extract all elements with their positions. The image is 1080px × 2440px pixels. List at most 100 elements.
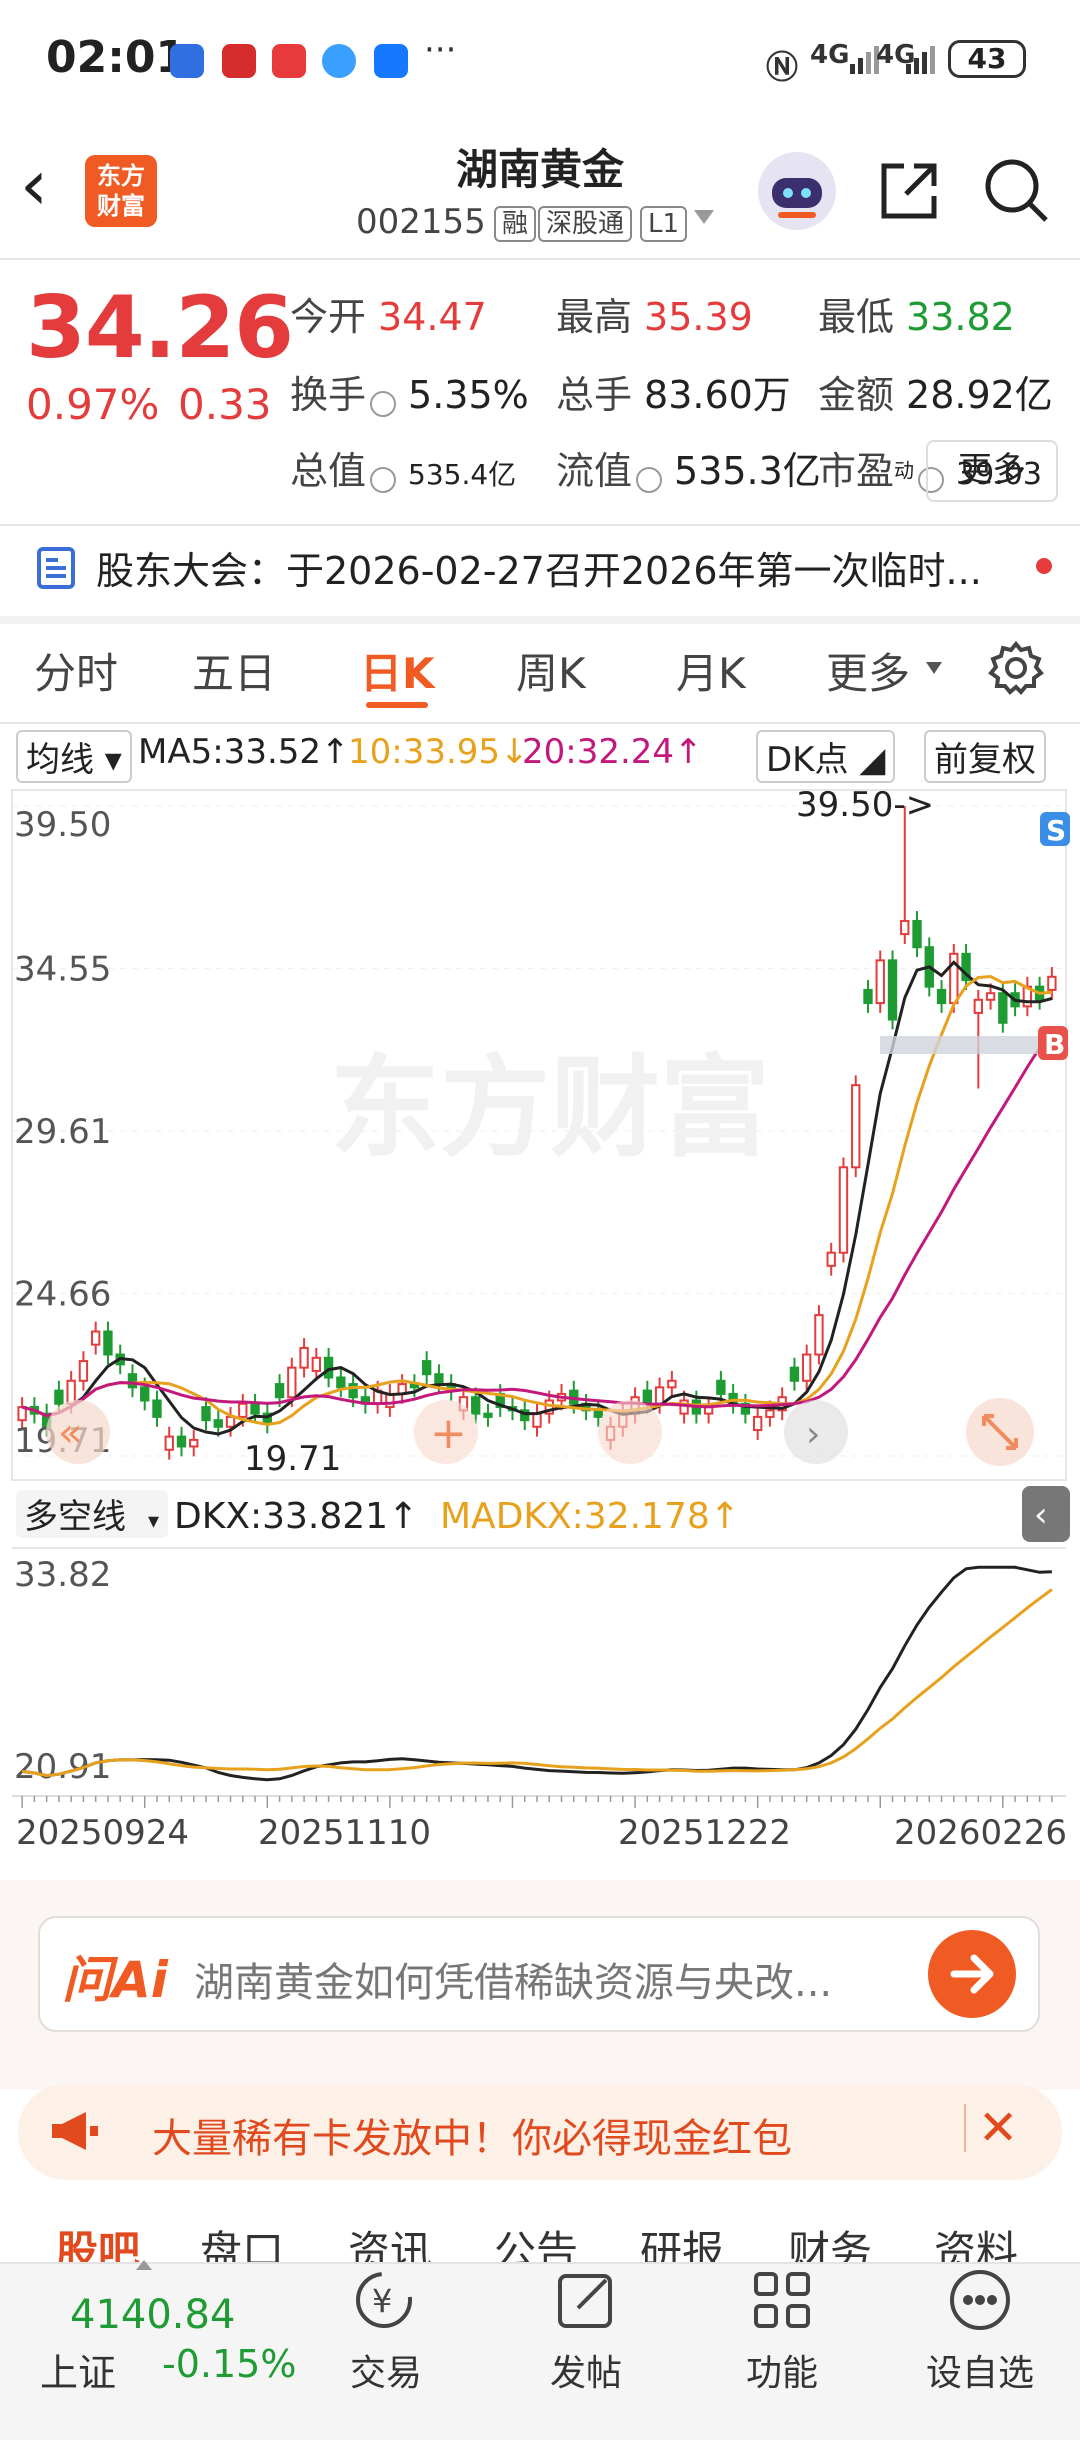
x-date-label: 20251110 — [258, 1813, 431, 1853]
info-icon[interactable] — [370, 466, 397, 493]
quote-stat-value: 535.4亿 — [408, 458, 517, 491]
active-tab-indicator — [366, 702, 428, 708]
candle-body — [973, 998, 983, 1014]
ma5-label: MA5:33.52 — [138, 732, 322, 772]
info-icon[interactable] — [370, 390, 397, 417]
quote-stat: 流值 535.3亿 — [556, 440, 821, 495]
candle-body — [863, 988, 873, 1005]
quote-stat-value: 34.47 — [378, 295, 487, 339]
candle-body — [654, 1386, 665, 1405]
candle-body — [936, 988, 947, 1005]
candle-body — [140, 1386, 150, 1402]
nav-post[interactable]: 发帖 — [506, 2344, 666, 2396]
candle-body — [274, 1383, 285, 1399]
candle-body — [851, 1084, 861, 1169]
quote-stat-label: 流值 — [556, 449, 633, 493]
candle-body — [287, 1366, 297, 1399]
y-axis-label: 29.61 — [14, 1112, 111, 1152]
chevron-down-icon[interactable] — [694, 210, 714, 224]
battery-icon: 43 — [948, 40, 1026, 78]
stock-code: 002155 — [356, 202, 486, 242]
scroll-right-glyph: › — [806, 1414, 820, 1455]
divider — [0, 616, 1080, 624]
candle-body — [152, 1399, 162, 1418]
candle-body — [789, 1366, 800, 1382]
info-icon[interactable] — [636, 466, 663, 493]
chevron-up-icon[interactable] — [136, 2260, 152, 2270]
divider — [0, 722, 1080, 724]
quote-stat-value: 83.60万 — [644, 373, 791, 417]
x-date-label: 20250924 — [16, 1813, 189, 1853]
nfc-icon: Ⓝ — [766, 48, 799, 86]
index-change[interactable]: -0.15% — [162, 2342, 296, 2386]
app-notification-icon — [272, 44, 306, 78]
nav-functions[interactable]: 功能 — [702, 2344, 862, 2396]
indicator-select[interactable]: 均线 ▾ — [16, 730, 132, 783]
close-icon[interactable]: ✕ — [978, 2100, 1018, 2156]
ai-submit-button[interactable] — [928, 1930, 1016, 2018]
ma10-label: 10:33.95 — [348, 732, 501, 772]
candle-body — [752, 1415, 763, 1432]
trade-icon[interactable]: ¥ — [350, 2266, 418, 2338]
kline-chart[interactable]: 东方财富 39.5034.5529.6124.6619.71 39.50-> 1… — [0, 786, 1080, 1880]
grid-icon[interactable] — [748, 2266, 816, 2338]
nav-add-watchlist[interactable]: 设自选 — [900, 2344, 1060, 2396]
search-icon[interactable] — [982, 156, 1052, 230]
dk-button[interactable]: DK点 ◢ — [756, 730, 896, 783]
tab-more[interactable]: 更多 — [826, 640, 910, 701]
index-name[interactable]: 上证 — [40, 2342, 116, 2397]
promo-text[interactable]: 大量稀有卡发放中！你必得现金红包 — [152, 2106, 792, 2164]
candle-body — [765, 1409, 775, 1418]
ma20-value: 20:32.24↑ — [522, 732, 703, 772]
candle-body — [164, 1435, 174, 1451]
quote-stat: 总值 535.4亿 — [290, 440, 516, 495]
candle-body — [826, 1251, 836, 1267]
tab-five-day[interactable]: 五日 — [192, 640, 276, 701]
chevron-down-icon — [926, 662, 942, 674]
svg-text:▾: ▾ — [148, 1509, 159, 1534]
candle-body — [532, 1412, 542, 1428]
tab-weekly-k[interactable]: 周K — [516, 640, 586, 701]
candle-body — [189, 1438, 199, 1448]
nav-trade[interactable]: 交易 — [306, 2344, 466, 2396]
announcement-text[interactable]: 股东大会：于2026-02-27召开2026年第一次临时... — [96, 540, 996, 595]
zoom-out-icon — [598, 1400, 662, 1464]
assistant-avatar[interactable] — [758, 152, 836, 230]
ai-prompt[interactable]: 湖南黄金如何凭借稀缺资源与央改... — [194, 1950, 894, 2008]
tab-monthly-k[interactable]: 月K — [676, 640, 746, 701]
candle-body — [434, 1373, 444, 1386]
divider — [0, 524, 1080, 526]
quote-stat-value: 5.35% — [408, 373, 529, 417]
more-notifications-icon: ··· — [424, 30, 457, 70]
connect-tag: 深股通 — [538, 206, 633, 242]
settings-icon[interactable] — [988, 640, 1044, 700]
share-icon[interactable] — [876, 158, 942, 228]
dkx-y-bottom: 20.91 — [14, 1747, 111, 1787]
quote-stat: 最高 35.39 — [556, 286, 753, 341]
more-button[interactable]: 更多 — [926, 440, 1058, 502]
more-icon[interactable] — [946, 2266, 1014, 2338]
quote-stat-label: 最低 — [818, 295, 895, 339]
app-notification-icon — [222, 44, 256, 78]
dkx-line — [21, 1565, 1052, 1782]
tab-daily-k[interactable]: 日K — [360, 640, 435, 701]
quote-stat-value: 33.82 — [906, 295, 1015, 339]
candle-body — [238, 1402, 248, 1418]
candle-body — [213, 1419, 223, 1428]
candle-body — [875, 959, 885, 1005]
margin-tag: 融 — [494, 206, 537, 242]
tab-intraday[interactable]: 分时 — [34, 640, 118, 701]
adjust-button[interactable]: 前复权 — [924, 730, 1046, 783]
candle-body — [421, 1360, 432, 1376]
quote-stat-label: 最高 — [556, 295, 633, 339]
y-axis-label: 34.55 — [14, 950, 111, 990]
edit-icon[interactable] — [552, 2266, 620, 2338]
level-tag: L1 — [640, 206, 688, 242]
candle-body — [201, 1406, 211, 1422]
y-axis-label: 24.66 — [14, 1274, 111, 1314]
alipay-notification-icon — [374, 44, 408, 78]
index-value[interactable]: 4140.84 — [70, 2292, 235, 2338]
candle-body — [814, 1314, 824, 1356]
quote-stat: 换手 5.35% — [290, 364, 529, 419]
arrow-right-icon — [950, 1954, 994, 1994]
